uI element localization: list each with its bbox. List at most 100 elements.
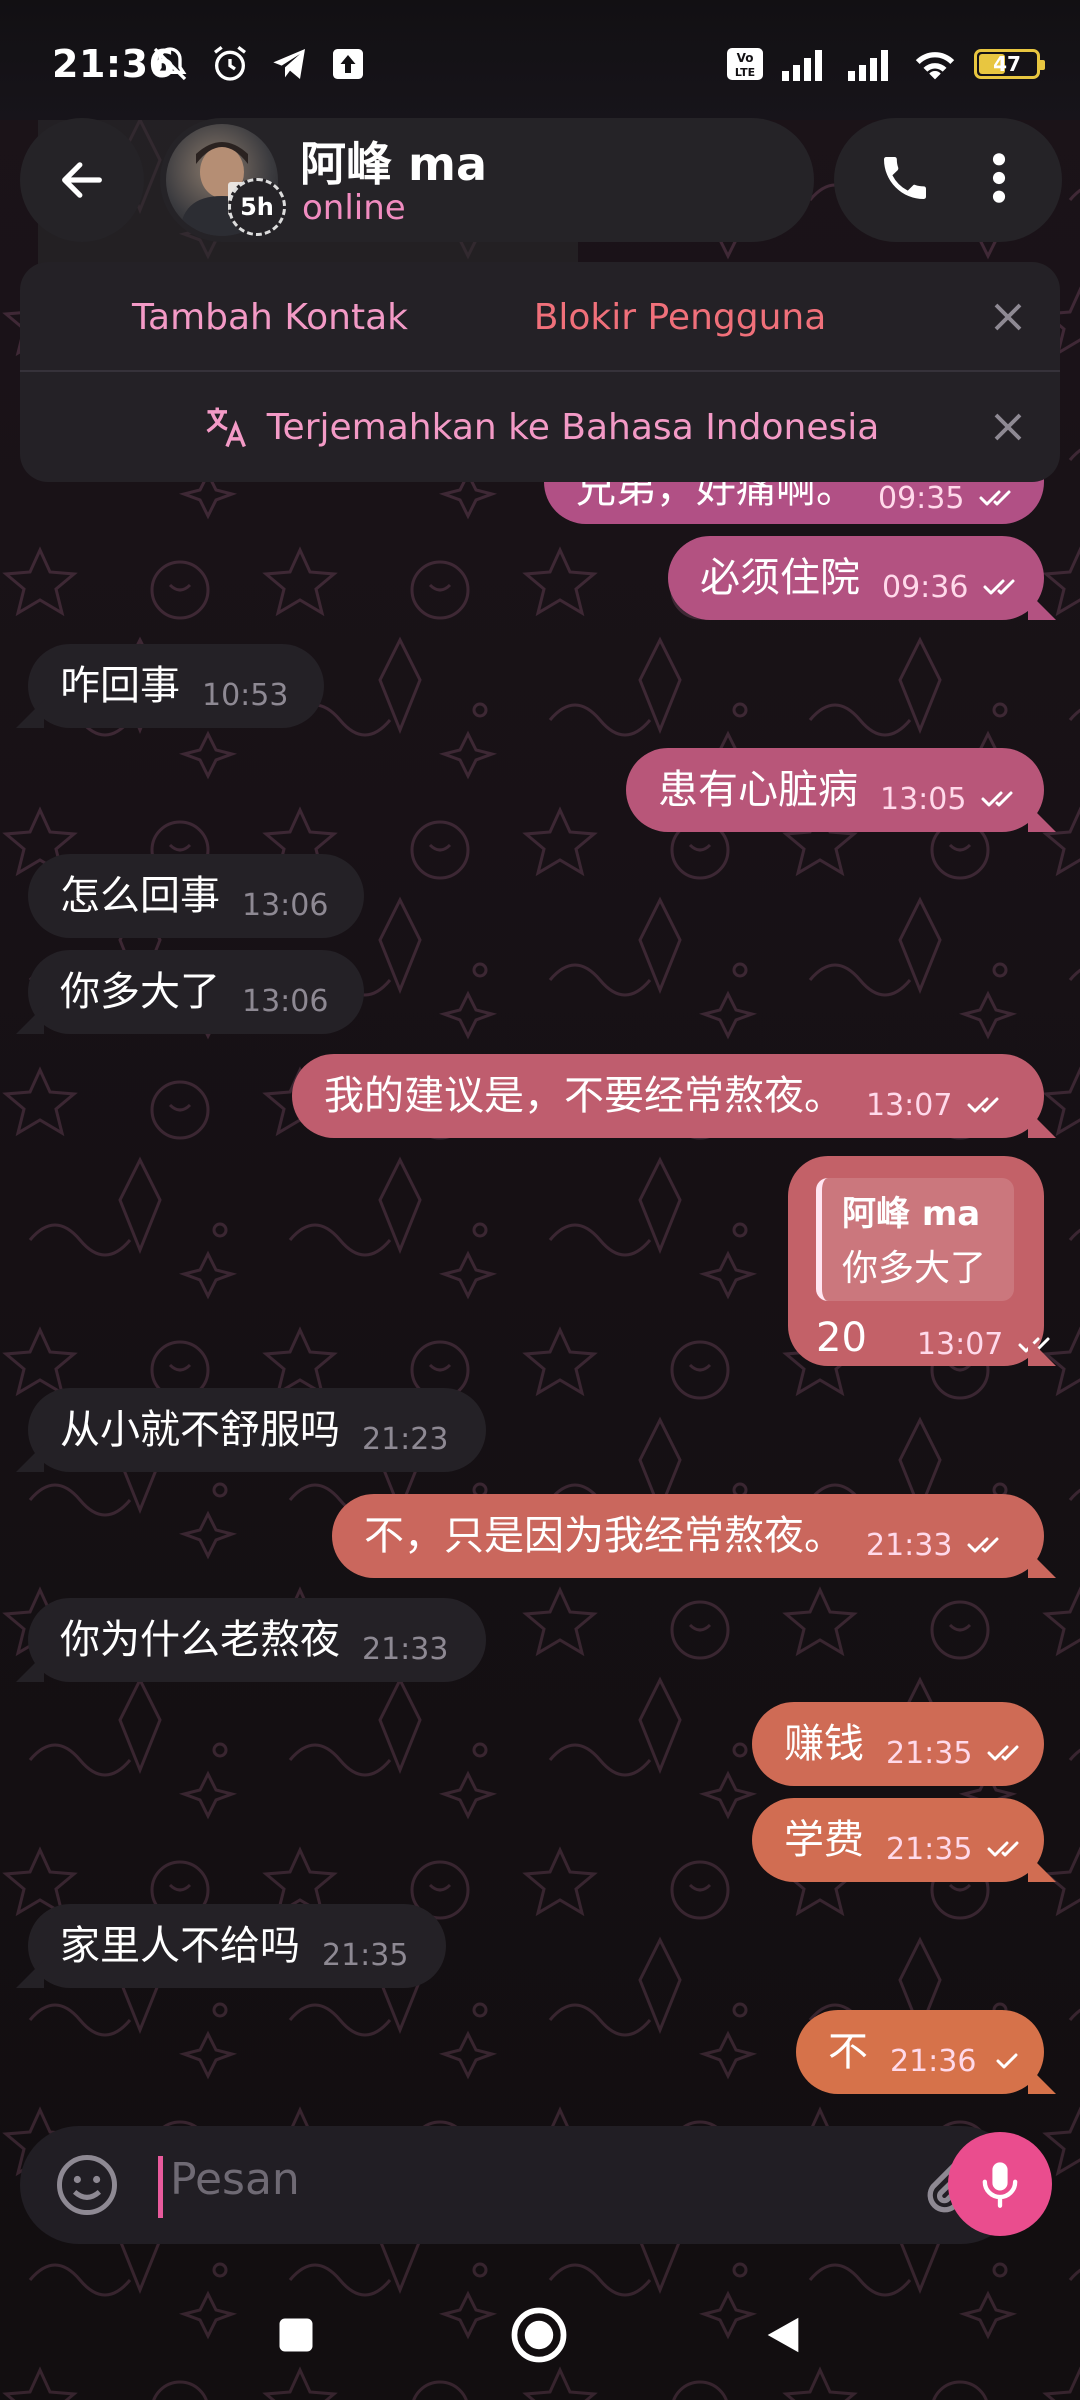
message-time: 21:35 (886, 1831, 973, 1867)
reply-text: 你多大了 (842, 1248, 987, 1289)
message-text: 咋回事 (60, 663, 180, 709)
message-status (982, 575, 1026, 599)
outgoing-message[interactable]: 我的建议是，不要经常熬夜。 13:07 (292, 1054, 1044, 1138)
message-text: 你为什么老熬夜 (60, 1617, 340, 1663)
close-icon (994, 303, 1022, 331)
close-translate-button[interactable] (978, 397, 1038, 457)
message-status (986, 1741, 1030, 1765)
message-text: 必须住院 (700, 555, 860, 601)
message-time: 09:35 (878, 480, 965, 516)
incoming-message[interactable]: 你为什么老熬夜 21:33 (28, 1598, 486, 1682)
message-text: 20 (816, 1314, 867, 1361)
text-caret (158, 2156, 163, 2218)
message-time: 21:36 (890, 2043, 977, 2079)
outgoing-message[interactable]: 患有心脏病 13:05 (626, 748, 1044, 832)
translate-icon (206, 407, 246, 448)
message-status (980, 787, 1024, 811)
more-vertical-icon (992, 153, 1006, 203)
incoming-message[interactable]: 家里人不给吗 21:35 (28, 1904, 446, 1988)
message-time: 21:33 (362, 1631, 449, 1667)
close-panel-button[interactable] (978, 287, 1038, 347)
emoji-icon[interactable] (54, 2152, 120, 2218)
message-time: 13:07 (866, 1087, 953, 1123)
message-status (966, 1093, 1010, 1117)
svg-text:Vo: Vo (737, 51, 754, 65)
chat-title-bar[interactable]: 5h 阿峰 ma online (160, 118, 814, 242)
volte-icon: VoLTE (727, 48, 763, 80)
outgoing-message[interactable]: 赚钱 21:35 (752, 1702, 1044, 1786)
voice-record-button[interactable] (948, 2132, 1052, 2236)
outgoing-message[interactable]: 不，只是因为我经常熬夜。 21:33 (332, 1494, 1044, 1578)
back-nav-icon[interactable] (760, 2310, 806, 2360)
message-status (978, 486, 1022, 510)
message-time: 10:53 (202, 677, 289, 713)
message-time: 13:06 (242, 983, 329, 1019)
arrow-left-icon (62, 162, 102, 198)
message-text: 学费 (784, 1817, 864, 1863)
double-check-icon (987, 1745, 1019, 1761)
incoming-message[interactable]: 你多大了 13:06 (28, 950, 364, 1034)
recents-icon[interactable] (274, 2313, 318, 2357)
telegram-icon (273, 49, 305, 79)
message-time: 21:35 (322, 1937, 409, 1973)
message-status (990, 2049, 1024, 2073)
signal-2-icon (848, 50, 888, 81)
double-check-icon (967, 1097, 999, 1113)
incoming-message[interactable]: 咋回事 10:53 (28, 644, 324, 728)
contact-name: 阿峰 ma (300, 137, 487, 191)
check-icon (996, 2053, 1018, 2069)
outgoing-message[interactable]: 必须住院 09:36 (668, 536, 1044, 620)
call-button[interactable] (877, 150, 933, 210)
alarm-icon (214, 46, 246, 81)
story-badge[interactable]: 5h (228, 178, 286, 236)
message-input[interactable]: Pesan (170, 2154, 300, 2205)
double-check-icon (983, 579, 1015, 595)
message-text: 从小就不舒服吗 (60, 1407, 340, 1453)
double-check-icon (987, 1841, 1019, 1857)
header-actions (834, 118, 1062, 242)
close-icon (994, 413, 1022, 441)
phone-icon (884, 157, 926, 199)
double-check-icon (979, 490, 1011, 506)
double-check-icon (967, 1537, 999, 1553)
translate-button[interactable]: Terjemahkan ke Bahasa Indonesia (20, 372, 1060, 482)
upload-icon (333, 49, 363, 79)
incoming-message[interactable]: 怎么回事 13:06 (28, 854, 364, 938)
microphone-icon (982, 2162, 1018, 2208)
more-button[interactable] (979, 150, 1019, 210)
message-time: 21:33 (866, 1527, 953, 1563)
message-status (986, 1837, 1030, 1861)
add-contact-button[interactable]: Tambah Kontak (20, 262, 520, 372)
outgoing-message[interactable]: 不 21:36 (796, 2010, 1044, 2094)
status-bar: 21:36 Vo LTE 47 (0, 0, 1080, 120)
outgoing-message[interactable]: 阿峰 ma 你多大了 20 13:07 (788, 1156, 1050, 1366)
battery-icon: 47 (974, 49, 1045, 79)
wifi-icon (915, 52, 955, 80)
message-text: 怎么回事 (60, 873, 220, 919)
message-text: 赚钱 (784, 1721, 864, 1767)
translate-label: Terjemahkan ke Bahasa Indonesia (266, 406, 880, 448)
message-time: 13:07 (916, 1327, 1004, 1362)
message-composer: Pesan (20, 2126, 1020, 2244)
message-time: 09:36 (882, 569, 969, 605)
contact-status: online (302, 188, 406, 228)
incoming-message[interactable]: 从小就不舒服吗 21:23 (28, 1388, 486, 1472)
message-time: 13:06 (242, 887, 329, 923)
block-user-button[interactable]: Blokir Pengguna (460, 262, 900, 372)
navigation-bar (0, 2270, 1080, 2400)
message-time: 21:35 (886, 1735, 973, 1771)
message-time: 13:05 (880, 781, 967, 817)
message-text: 你多大了 (60, 969, 220, 1015)
home-icon[interactable] (508, 2304, 570, 2366)
message-text: 不 (828, 2029, 868, 2075)
battery-level: 47 (993, 52, 1021, 76)
message-text: 不，只是因为我经常熬夜。 (364, 1513, 844, 1559)
back-button[interactable] (20, 118, 144, 242)
message-time: 21:23 (362, 1421, 449, 1457)
double-check-icon (981, 791, 1013, 807)
reply-quote[interactable]: 阿峰 ma 你多大了 (816, 1178, 1014, 1301)
outgoing-message[interactable]: 学费 21:35 (752, 1798, 1044, 1882)
message-text: 患有心脏病 (658, 767, 858, 813)
svg-text:LTE: LTE (735, 66, 755, 79)
signal-icon (782, 50, 822, 81)
